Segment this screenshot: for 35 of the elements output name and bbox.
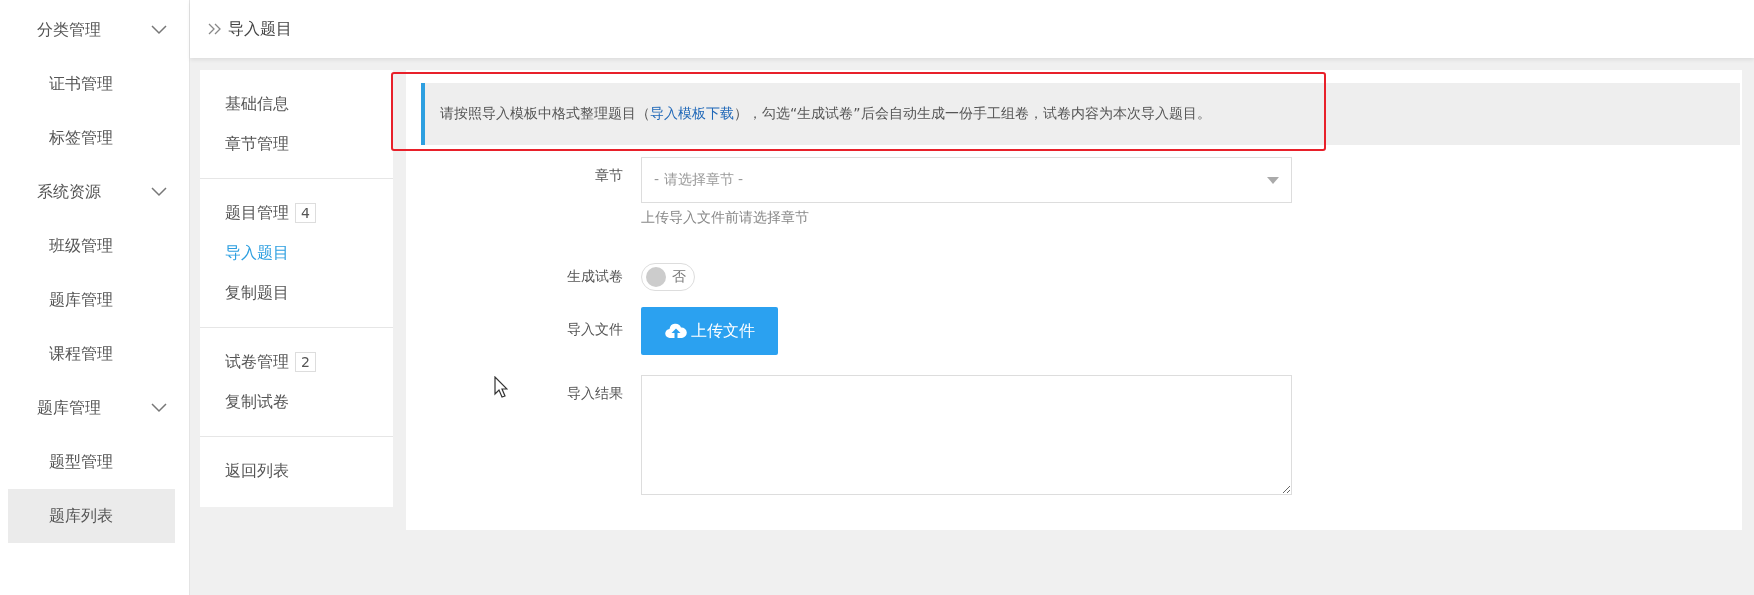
notice-text: 请按照导入模板中格式整理题目（导入模板下载），勾选“生成试卷”后会自动生成一份手工组卷，试卷内容为本次导入题目。 <box>440 105 1211 123</box>
field-label: 章节 <box>594 166 624 185</box>
sidebar-item[interactable]: 课程管理 <box>8 327 175 381</box>
chevron-down-icon <box>151 25 167 35</box>
hint-text: 上传导入文件前请选择章节 <box>641 209 810 227</box>
count-badge: 4 <box>295 203 316 223</box>
field-label: 导入结果 <box>566 384 624 403</box>
cloud-upload-icon <box>664 323 687 339</box>
sidebar-item[interactable]: 题型管理 <box>8 435 175 489</box>
submenu-item[interactable]: 返回列表 <box>225 460 289 482</box>
sidebar-item[interactable]: 标签管理 <box>8 111 175 165</box>
sidebar-item[interactable]: 分类管理 <box>8 3 175 57</box>
dropdown-icon <box>1267 176 1279 184</box>
template-download-link[interactable]: 导入模板下载 <box>650 105 734 121</box>
submenu-item[interactable]: 基础信息 <box>225 93 289 115</box>
submenu-item[interactable]: 复制题目 <box>225 282 289 304</box>
submenu-item[interactable]: 题目管理 <box>225 202 289 224</box>
chevron-down-icon <box>151 403 167 413</box>
sidebar-item[interactable]: 题库管理 <box>8 381 175 435</box>
double-chevron-icon <box>208 23 222 35</box>
mouse-cursor-icon <box>494 376 508 398</box>
breadcrumb-current: 导入题目 <box>228 18 292 40</box>
sidebar-item[interactable]: 班级管理 <box>8 219 175 273</box>
submenu-item[interactable]: 复制试卷 <box>225 391 289 413</box>
sidebar-item[interactable]: 题库列表 <box>8 489 175 543</box>
result-textarea[interactable] <box>641 375 1292 495</box>
sidebar-item[interactable]: 证书管理 <box>8 57 175 111</box>
submenu-item[interactable]: 试卷管理 <box>225 351 289 373</box>
count-badge: 2 <box>295 352 316 372</box>
field-label: 生成试卷 <box>566 267 624 286</box>
field-label: 导入文件 <box>566 320 624 339</box>
sidebar-item[interactable]: 题库管理 <box>8 273 175 327</box>
sidebar-item[interactable]: 系统资源 <box>8 165 175 219</box>
submenu-item[interactable]: 章节管理 <box>225 133 289 155</box>
chevron-down-icon <box>151 187 167 197</box>
